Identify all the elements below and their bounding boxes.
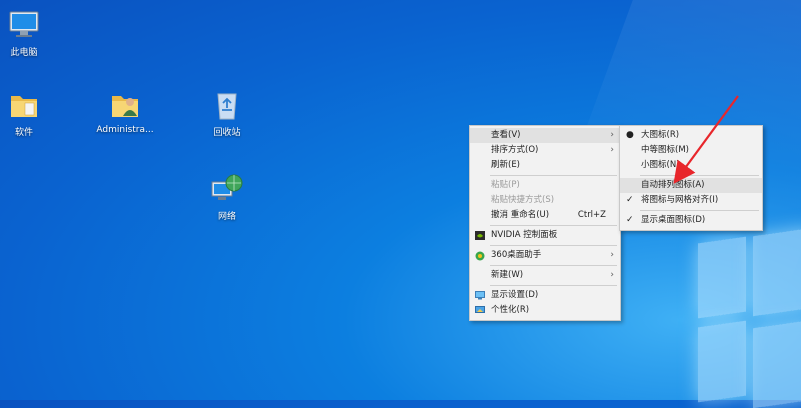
annotation-arrow [673, 95, 739, 184]
